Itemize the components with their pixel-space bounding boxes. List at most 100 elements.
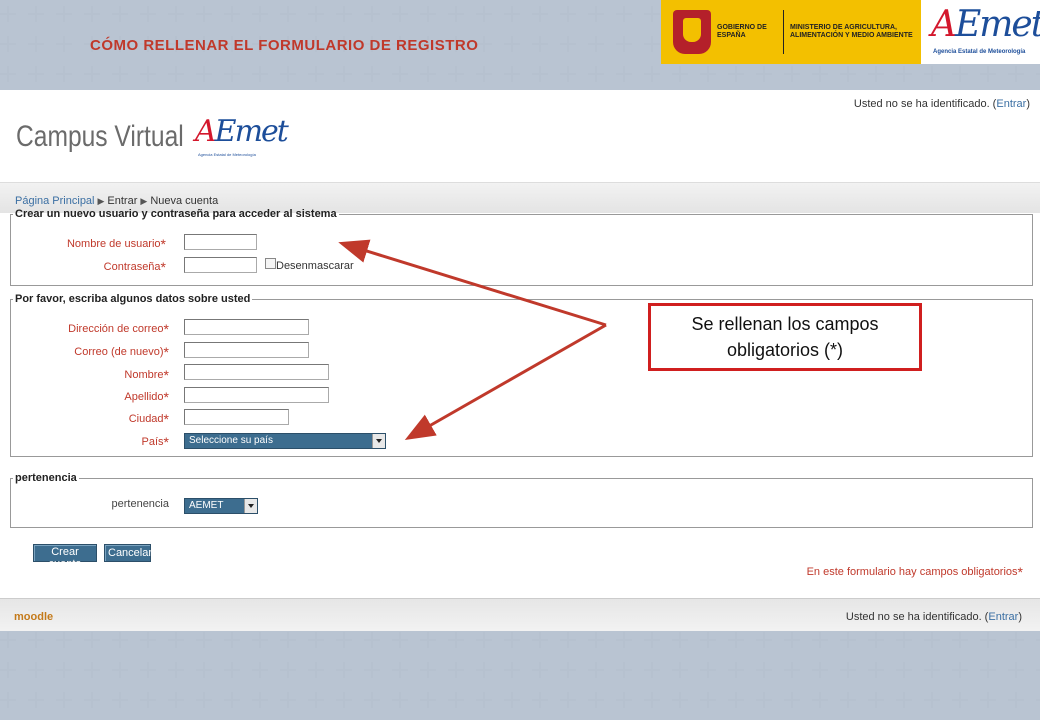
password-label: Contraseña*	[103, 259, 166, 275]
cross-mark	[420, 632, 436, 648]
cross-mark	[0, 692, 16, 708]
cross-mark	[532, 692, 548, 708]
logo-divider	[783, 10, 784, 54]
campus-logo-subtitle: Agencia Estatal de Meteorología	[198, 152, 256, 157]
chevron-down-icon[interactable]	[372, 434, 385, 448]
cross-mark	[756, 66, 772, 82]
cross-mark	[224, 662, 240, 678]
cross-mark	[168, 66, 184, 82]
cross-mark	[0, 66, 16, 82]
cross-mark	[112, 6, 128, 22]
annotation-callout: Se rellenan los campos obligatorios (*)	[648, 303, 922, 371]
cross-mark	[364, 662, 380, 678]
required-fields-note: En este formulario hay campos obligatori…	[806, 564, 1023, 580]
cross-mark	[224, 632, 240, 648]
cross-mark	[84, 632, 100, 648]
cross-mark	[0, 36, 16, 52]
cross-mark	[756, 692, 772, 708]
cross-mark	[476, 66, 492, 82]
cross-mark	[812, 662, 828, 678]
cross-mark	[868, 692, 884, 708]
membership-select[interactable]: AEMET	[184, 498, 258, 514]
cross-mark	[112, 692, 128, 708]
cross-mark	[560, 632, 576, 648]
cross-mark	[756, 632, 772, 648]
footer-login-close: )	[1018, 611, 1022, 623]
password-input[interactable]	[184, 257, 257, 273]
cross-mark	[196, 6, 212, 22]
cross-mark	[392, 66, 408, 82]
gov-text: GOBIERNO DE ESPAÑA	[717, 24, 767, 39]
country-select[interactable]: Seleccione su país	[184, 433, 386, 449]
chevron-down-icon[interactable]	[244, 499, 257, 513]
cross-mark	[84, 6, 100, 22]
login-link[interactable]: Entrar	[996, 98, 1026, 110]
cross-mark	[252, 662, 268, 678]
username-input[interactable]	[184, 234, 257, 250]
cross-mark	[924, 662, 940, 678]
email-confirm-input[interactable]	[184, 342, 309, 358]
cross-mark	[56, 632, 72, 648]
cross-mark	[1008, 66, 1024, 82]
cross-mark	[924, 692, 940, 708]
cross-mark	[280, 662, 296, 678]
cross-mark	[336, 66, 352, 82]
cross-mark	[84, 692, 100, 708]
city-label: Ciudad*	[128, 411, 169, 427]
email-confirm-label: Correo (de nuevo)*	[74, 344, 169, 360]
cross-mark	[420, 662, 436, 678]
cross-mark	[56, 36, 72, 52]
cross-mark	[700, 662, 716, 678]
cross-mark	[728, 66, 744, 82]
cross-mark	[476, 662, 492, 678]
cross-mark	[1008, 692, 1024, 708]
breadcrumb-login[interactable]: Entrar	[107, 195, 137, 207]
footer-login-link[interactable]: Entrar	[988, 611, 1018, 623]
cross-mark	[168, 662, 184, 678]
login-status-close: )	[1026, 98, 1030, 110]
email-input[interactable]	[184, 319, 309, 335]
cross-mark	[392, 692, 408, 708]
create-account-button[interactable]: Crear cuenta	[33, 544, 97, 570]
cross-mark	[616, 692, 632, 708]
cross-mark	[840, 66, 856, 82]
breadcrumb-home[interactable]: Página Principal	[15, 195, 95, 207]
footer-login-status: Usted no se ha identificado. (	[845, 611, 989, 623]
cross-mark	[1036, 692, 1040, 708]
cross-mark	[644, 692, 660, 708]
lastname-input[interactable]	[184, 387, 329, 403]
cross-mark	[0, 632, 16, 648]
cross-mark	[336, 632, 352, 648]
cross-mark	[784, 662, 800, 678]
cross-mark	[84, 66, 100, 82]
cross-mark	[1008, 662, 1024, 678]
cross-mark	[56, 662, 72, 678]
cross-mark	[644, 36, 660, 52]
cross-mark	[868, 632, 884, 648]
city-input[interactable]	[184, 409, 289, 425]
cross-mark	[560, 36, 576, 52]
coat-of-arms-icon	[673, 10, 711, 54]
cross-mark	[812, 692, 828, 708]
membership-label: pertenencia	[111, 498, 170, 510]
cross-mark	[28, 36, 44, 52]
firstname-input[interactable]	[184, 364, 329, 380]
cross-mark	[112, 662, 128, 678]
cross-mark	[56, 66, 72, 82]
cross-mark	[588, 66, 604, 82]
cancel-button[interactable]: Cancelar	[104, 544, 152, 562]
cross-mark	[896, 662, 912, 678]
cross-mark	[0, 6, 16, 22]
unmask-checkbox[interactable]	[265, 258, 276, 269]
details-legend: Por favor, escriba algunos datos sobre u…	[15, 293, 251, 305]
cross-mark	[280, 66, 296, 82]
cross-mark	[952, 632, 968, 648]
cross-mark	[112, 632, 128, 648]
campus-aemet-logo: AEmet Agencia Estatal de Meteorología	[195, 114, 289, 157]
cross-mark	[812, 66, 828, 82]
government-logo: GOBIERNO DE ESPAÑA MINISTERIO DE AGRICUL…	[661, 0, 921, 64]
cross-mark	[504, 632, 520, 648]
cross-mark	[504, 662, 520, 678]
cross-mark	[896, 692, 912, 708]
cross-mark	[896, 632, 912, 648]
